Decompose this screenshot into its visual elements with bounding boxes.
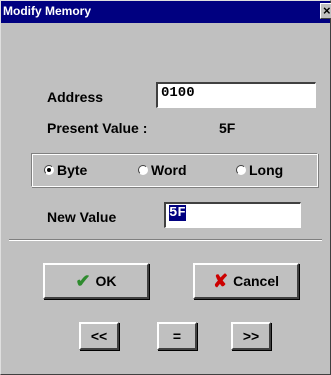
separator-line <box>9 239 322 241</box>
close-icon: × <box>323 3 331 18</box>
next-address-button[interactable]: >> <box>231 322 271 350</box>
dialog-title: Modify Memory <box>3 4 92 18</box>
present-value-label: Present Value : <box>47 120 148 136</box>
equal-button[interactable]: = <box>157 322 197 350</box>
ok-button-label: OK <box>95 273 117 289</box>
address-input[interactable]: 0100 <box>156 82 316 108</box>
checkmark-icon: ✔ <box>75 271 91 291</box>
x-mark-icon: ✘ <box>212 271 229 291</box>
ok-button[interactable]: ✔ OK <box>43 263 149 299</box>
previous-address-button[interactable]: << <box>79 322 119 350</box>
modify-memory-dialog: Modify Memory × Address 0100 Present Val… <box>0 0 331 375</box>
radio-byte[interactable]: Byte <box>44 162 87 178</box>
cancel-button[interactable]: ✘ Cancel <box>193 263 299 299</box>
radio-byte-indicator <box>44 165 54 175</box>
radio-word[interactable]: Word <box>138 162 187 178</box>
present-value: 5F <box>219 120 236 136</box>
close-button[interactable]: × <box>320 3 331 19</box>
title-bar[interactable]: Modify Memory × <box>1 1 331 23</box>
radio-long-indicator <box>236 165 246 175</box>
new-value-text: 5F <box>169 205 186 221</box>
address-label: Address <box>47 89 104 105</box>
cancel-button-label: Cancel <box>233 273 279 289</box>
new-value-label: New Value <box>47 209 117 225</box>
radio-word-label: Word <box>151 162 187 178</box>
size-group: Byte Word Long <box>31 153 318 187</box>
radio-long-label: Long <box>249 162 284 178</box>
new-value-input[interactable]: 5F <box>164 202 301 228</box>
radio-word-indicator <box>138 165 148 175</box>
radio-byte-label: Byte <box>57 162 88 178</box>
radio-long[interactable]: Long <box>236 162 283 178</box>
